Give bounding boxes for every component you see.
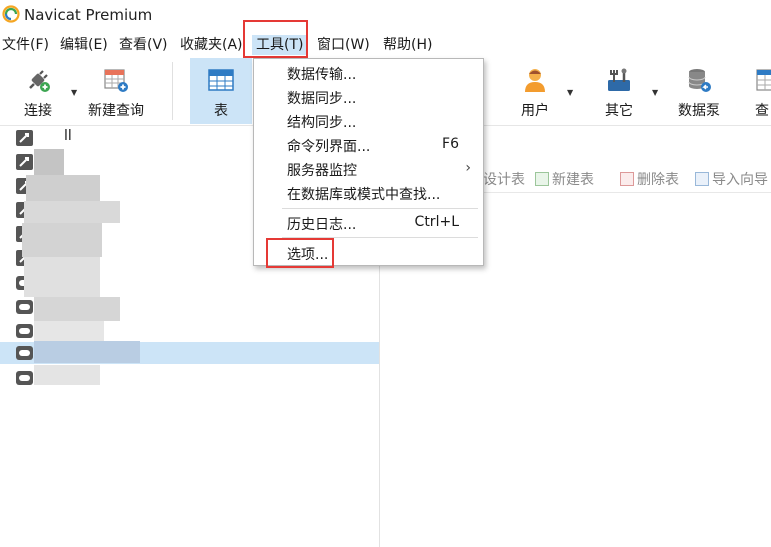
menu-item-options[interactable]: 选项...	[254, 242, 483, 265]
query-button-partial[interactable]: 查	[748, 58, 771, 124]
import-wizard-button[interactable]: 导入向导	[695, 169, 768, 188]
data-pump-button[interactable]: 数据泵	[670, 58, 728, 124]
user-button[interactable]: 用户	[506, 58, 564, 124]
query-label-partial: 查	[755, 103, 769, 119]
menu-separator	[282, 237, 478, 238]
navicat-logo-icon	[2, 5, 20, 23]
redacted-block	[34, 297, 120, 321]
server-icon	[16, 300, 33, 314]
table-button[interactable]: 表	[190, 58, 252, 124]
menu-view[interactable]: 查看(V)	[119, 35, 168, 55]
submenu-arrow-icon: ›	[465, 160, 471, 176]
connection-icon	[16, 130, 33, 146]
redacted-block	[34, 321, 104, 341]
menu-tools[interactable]: 工具(T)	[252, 35, 308, 55]
tools-icon	[608, 68, 630, 91]
menu-bar: 文件(F) 编辑(E) 查看(V) 收藏夹(A) 工具(T) 窗口(W) 帮助(…	[0, 31, 771, 58]
title-bar: Navicat Premium	[0, 0, 771, 30]
table-icon	[208, 69, 234, 91]
user-label: 用户	[521, 103, 549, 119]
table-label: 表	[214, 103, 228, 119]
redacted-block	[22, 223, 102, 257]
import-wizard-icon	[695, 172, 709, 186]
menu-favorites[interactable]: 收藏夹(A)	[180, 35, 243, 55]
query-icon	[756, 69, 771, 91]
redacted-block	[34, 365, 100, 385]
connection-icon	[16, 154, 33, 170]
window-title: Navicat Premium	[24, 6, 153, 24]
menu-item-find-in-database[interactable]: 在数据库或模式中查找...	[254, 182, 483, 205]
shortcut-label: F6	[442, 136, 459, 152]
new-query-icon	[104, 69, 128, 92]
menu-item-console[interactable]: 命令列界面... F6	[254, 134, 483, 157]
menu-item-data-sync[interactable]: 数据同步...	[254, 86, 483, 109]
delete-table-icon	[620, 172, 634, 186]
server-icon	[16, 346, 33, 360]
other-dropdown-caret-icon[interactable]: ▼	[652, 88, 658, 97]
design-table-button[interactable]: 设计表	[483, 169, 525, 188]
user-dropdown-caret-icon[interactable]: ▼	[567, 88, 573, 97]
menu-edit[interactable]: 编辑(E)	[60, 35, 108, 55]
new-query-label: 新建查询	[88, 103, 144, 119]
menu-item-server-monitor[interactable]: 服务器监控 ›	[254, 158, 483, 181]
connect-button[interactable]: 连接	[8, 58, 68, 124]
menu-item-data-transfer[interactable]: 数据传输...	[254, 62, 483, 85]
new-query-button[interactable]: 新建查询	[82, 58, 150, 124]
redacted-block	[24, 257, 100, 297]
redacted-block	[34, 149, 64, 177]
other-label: 其它	[605, 103, 633, 119]
redacted-block	[34, 341, 140, 363]
menu-file[interactable]: 文件(F)	[2, 35, 49, 55]
new-table-icon	[535, 172, 549, 186]
redacted-block	[24, 201, 120, 223]
database-pump-icon	[688, 69, 711, 92]
shortcut-label: Ctrl+L	[414, 214, 459, 230]
menu-help[interactable]: 帮助(H)	[383, 35, 432, 55]
tools-dropdown-menu: 数据传输... 数据同步... 结构同步... 命令列界面... F6 服务器监…	[253, 58, 484, 266]
redacted-block	[26, 175, 100, 201]
plug-icon	[29, 70, 50, 92]
menu-window[interactable]: 窗口(W)	[317, 35, 370, 55]
menu-separator	[282, 208, 478, 209]
other-button[interactable]: 其它	[592, 58, 646, 124]
data-pump-label: 数据泵	[678, 103, 720, 119]
delete-table-button[interactable]: 删除表	[620, 169, 679, 188]
server-icon	[16, 371, 33, 385]
toolbar-separator	[172, 62, 173, 120]
tree-item-label: ll	[64, 128, 72, 144]
new-table-button[interactable]: 新建表	[535, 169, 594, 188]
menu-item-history-log[interactable]: 历史日志... Ctrl+L	[254, 212, 483, 235]
menu-item-structure-sync[interactable]: 结构同步...	[254, 110, 483, 133]
user-icon	[525, 69, 545, 92]
connect-label: 连接	[24, 103, 52, 119]
connect-dropdown-caret-icon[interactable]: ▼	[71, 88, 77, 97]
server-icon	[16, 324, 33, 338]
